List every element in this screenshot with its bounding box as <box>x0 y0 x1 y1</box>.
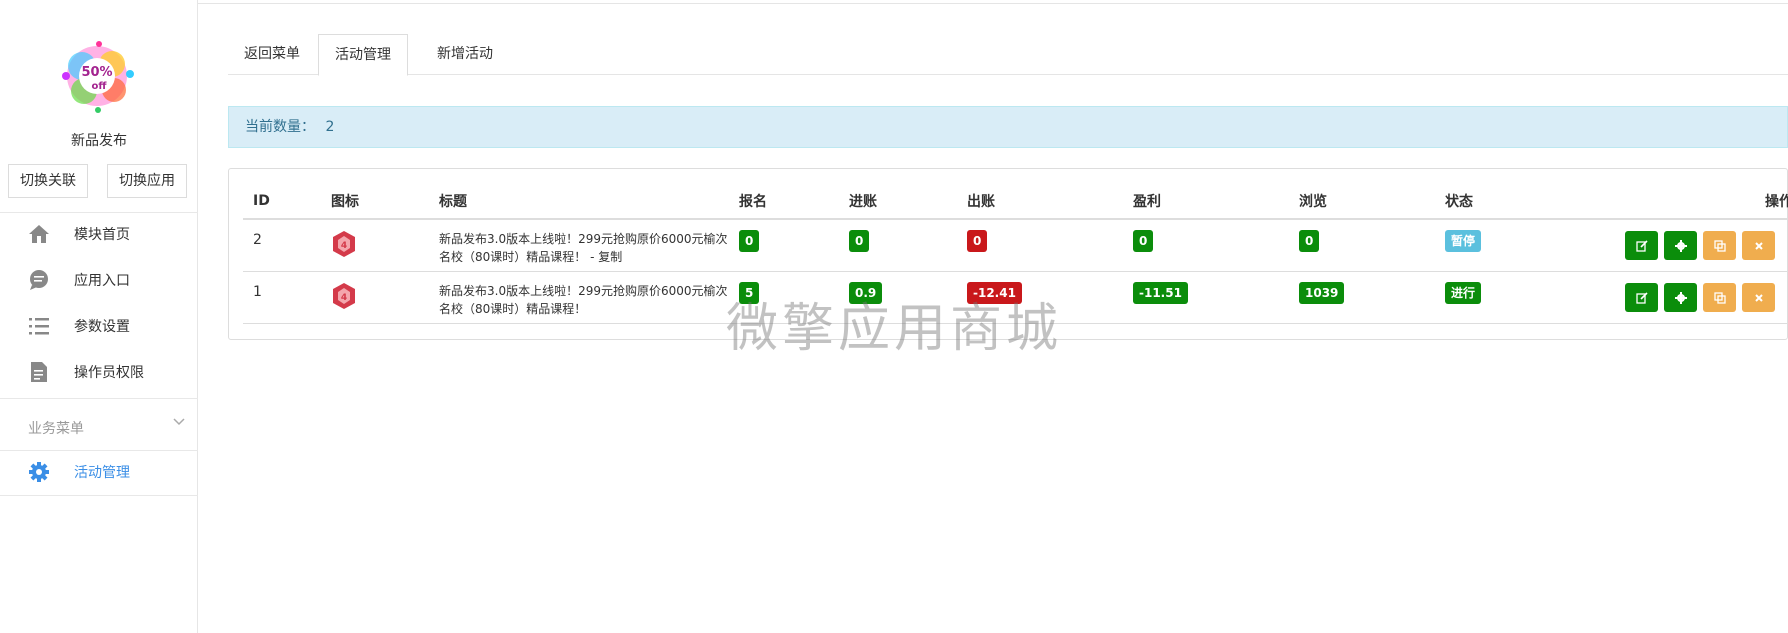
edit-button[interactable] <box>1625 283 1658 312</box>
expense-badge: 0 <box>967 230 988 252</box>
sidebar-item-settings[interactable]: 参数设置 <box>0 304 198 348</box>
views-badge: 1039 <box>1299 281 1345 304</box>
activity-title[interactable]: 新品发布3.0版本上线啦！299元抢购原价6000元榆次名校（80课时）精品课程… <box>439 230 729 266</box>
sidebar-item-app-entry[interactable]: 应用入口 <box>0 258 198 302</box>
chevron-down-icon[interactable] <box>172 414 186 428</box>
sidebar-item-activity-management[interactable]: 活动管理 <box>0 450 198 494</box>
top-border <box>0 0 1788 4</box>
count-label: 当前数量： <box>245 119 315 135</box>
close-icon <box>1754 241 1763 250</box>
copy-icon <box>1713 239 1726 252</box>
svg-text:4: 4 <box>341 241 347 251</box>
switch-app-button[interactable]: 切换应用 <box>107 164 187 198</box>
switch-link-button[interactable]: 切换关联 <box>8 164 88 198</box>
column-header-views: 浏览 <box>1289 183 1435 220</box>
cell-profit: 0 <box>1123 219 1289 272</box>
chat-icon <box>28 269 50 291</box>
copy-button[interactable] <box>1703 231 1736 260</box>
settings-button[interactable] <box>1664 231 1697 260</box>
tab-back-to-menu[interactable]: 返回菜单 <box>228 34 316 75</box>
app-name: 新品发布 <box>71 133 127 149</box>
cell-views: 1039 <box>1289 271 1435 324</box>
signup-badge: 0 <box>739 230 760 252</box>
close-icon <box>1754 293 1763 302</box>
cell-views: 0 <box>1289 219 1435 272</box>
cell-title: 新品发布3.0版本上线啦！299元抢购原价6000元榆次名校（80课时）精品课程… <box>429 271 729 324</box>
count-info-bar: 当前数量： 2 <box>228 106 1788 148</box>
cell-title: 新品发布3.0版本上线啦！299元抢购原价6000元榆次名校（80课时）精品课程… <box>429 219 729 272</box>
sidebar-item-label: 应用入口 <box>74 273 130 289</box>
divider <box>0 495 198 496</box>
cell-id: 1 <box>243 271 321 324</box>
income-badge: 0 <box>849 230 870 252</box>
svg-text:4: 4 <box>341 293 347 303</box>
home-icon <box>28 223 50 245</box>
sidebar-item-label: 模块首页 <box>74 227 130 243</box>
column-header-income: 进账 <box>839 183 957 220</box>
delete-button[interactable] <box>1742 231 1775 260</box>
cell-income: 0 <box>839 219 957 272</box>
cell-icon: 4 <box>321 271 429 324</box>
sidebar-item-label: 参数设置 <box>74 319 130 335</box>
activity-thumbnail-icon: 4 <box>331 231 357 262</box>
app-logo: 50% off <box>54 36 140 116</box>
cog-icon <box>1674 291 1687 304</box>
table-row: 2 4 新品发布3.0版本上线啦！299元抢购原价6000元榆次名校（80课时）… <box>243 219 1788 272</box>
column-header-id: ID <box>243 183 321 220</box>
edit-icon <box>1635 239 1648 252</box>
cell-id: 2 <box>243 219 321 272</box>
gear-icon <box>28 461 50 483</box>
sidebar-item-label: 操作员权限 <box>74 365 144 381</box>
column-header-icon: 图标 <box>321 183 429 220</box>
table-header-row: ID 图标 标题 报名 进账 出账 盈利 浏览 状态 操作 <box>243 183 1788 220</box>
tab-activity-management[interactable]: 活动管理 <box>318 34 408 76</box>
svg-text:off: off <box>92 81 108 92</box>
cell-profit: -11.51 <box>1123 271 1289 324</box>
profit-badge: -11.51 <box>1133 281 1188 304</box>
status-badge: 进行 <box>1445 281 1482 304</box>
cell-signup: 0 <box>729 219 839 272</box>
tab-add-activity[interactable]: 新增活动 <box>421 34 509 75</box>
column-header-signup: 报名 <box>729 183 839 220</box>
edit-icon <box>1635 291 1648 304</box>
cell-status: 暂停 <box>1435 219 1595 272</box>
cell-status: 进行 <box>1435 271 1595 324</box>
views-badge: 0 <box>1299 230 1320 252</box>
column-header-title: 标题 <box>429 183 729 220</box>
column-header-profit: 盈利 <box>1123 183 1289 220</box>
column-header-actions: 操作 <box>1595 183 1788 220</box>
copy-icon <box>1713 291 1726 304</box>
cell-icon: 4 <box>321 219 429 272</box>
row-actions <box>1625 231 1775 260</box>
section-title-business-menu: 业务菜单 <box>28 421 84 437</box>
tab-bar: 返回菜单 活动管理 新增活动 <box>228 34 1788 76</box>
activity-title[interactable]: 新品发布3.0版本上线啦！299元抢购原价6000元榆次名校（80课时）精品课程… <box>439 282 729 318</box>
cog-icon <box>1674 239 1687 252</box>
watermark: 微擎应用商城 <box>726 299 1063 359</box>
profit-badge: 0 <box>1133 230 1154 252</box>
cell-expense: 0 <box>957 219 1123 272</box>
status-badge: 暂停 <box>1445 230 1482 252</box>
column-header-status: 状态 <box>1435 183 1595 220</box>
sidebar-item-label: 活动管理 <box>74 465 130 481</box>
sidebar: 50% off 新品发布 切换关联 切换应用 模块首页 应用入口 参数设置 操作… <box>0 0 198 633</box>
document-icon <box>28 361 50 383</box>
sidebar-item-home[interactable]: 模块首页 <box>0 212 198 256</box>
delete-button[interactable] <box>1742 283 1775 312</box>
edit-button[interactable] <box>1625 231 1658 260</box>
divider <box>0 398 198 399</box>
sidebar-item-permissions[interactable]: 操作员权限 <box>0 350 198 394</box>
svg-text:50%: 50% <box>81 65 112 80</box>
list-icon <box>28 315 50 337</box>
activity-thumbnail-icon: 4 <box>331 282 357 314</box>
count-value: 2 <box>325 119 335 135</box>
copy-button[interactable] <box>1703 283 1736 312</box>
row-actions <box>1625 283 1775 312</box>
settings-button[interactable] <box>1664 283 1697 312</box>
column-header-expense: 出账 <box>957 183 1123 220</box>
